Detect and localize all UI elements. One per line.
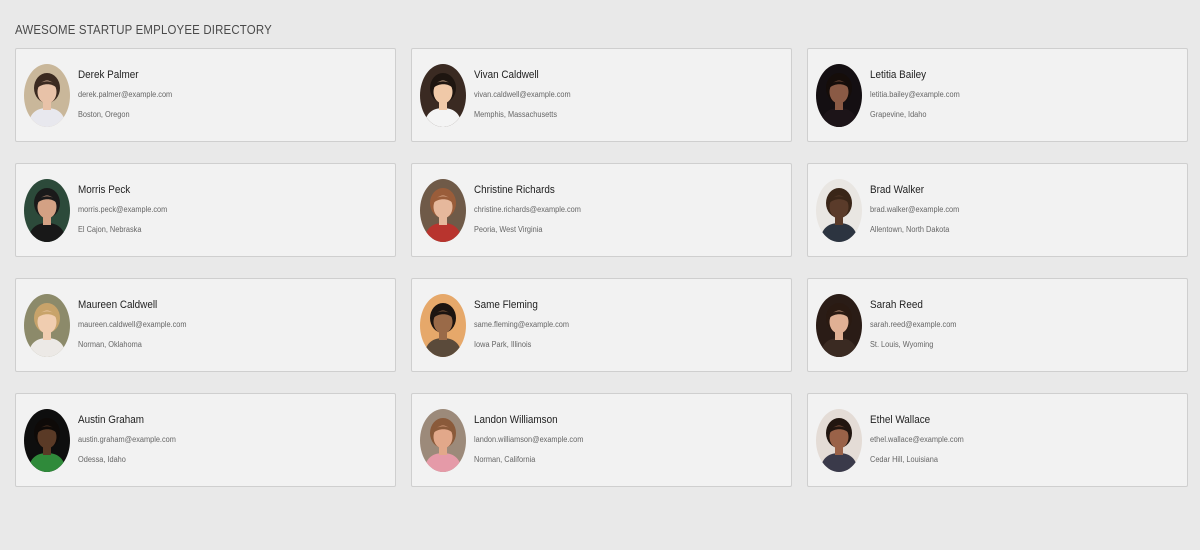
employee-email: austin.graham@example.com (78, 435, 176, 444)
avatar (24, 179, 70, 242)
employee-email: landon.williamson@example.com (474, 435, 584, 444)
avatar (24, 64, 70, 127)
employee-info: Ethel Wallace ethel.wallace@example.com … (870, 414, 972, 465)
employee-email: same.fleming@example.com (474, 320, 570, 329)
employee-card[interactable]: Landon Williamson landon.williamson@exam… (411, 393, 792, 487)
employee-info: Landon Williamson landon.williamson@exam… (474, 414, 593, 465)
employee-location: Grapevine, Idaho (870, 110, 927, 119)
employee-name: Landon Williamson (474, 414, 558, 426)
employee-card[interactable]: Vivan Caldwell vivan.caldwell@example.co… (411, 48, 792, 142)
employee-name: Christine Richards (474, 184, 555, 196)
employee-info: Letitia Bailey letitia.bailey@example.co… (870, 69, 968, 120)
avatar (420, 294, 466, 357)
employee-location: Cedar Hill, Louisiana (870, 455, 938, 464)
avatar (420, 409, 466, 472)
employee-info: Brad Walker brad.walker@example.com Alle… (870, 184, 967, 235)
avatar (420, 64, 466, 127)
avatar (24, 409, 70, 472)
employee-info: Morris Peck morris.peck@example.com El C… (78, 184, 175, 235)
employee-email: maureen.caldwell@example.com (78, 320, 187, 329)
employee-email: brad.walker@example.com (870, 205, 960, 214)
employee-email: vivan.caldwell@example.com (474, 90, 571, 99)
avatar (24, 294, 70, 357)
employee-card[interactable]: Same Fleming same.fleming@example.com Io… (411, 278, 792, 372)
employee-card[interactable]: Morris Peck morris.peck@example.com El C… (15, 163, 396, 257)
avatar (816, 409, 862, 472)
avatar (816, 179, 862, 242)
page-title: AWESOME STARTUP EMPLOYEE DIRECTORY (15, 22, 272, 37)
avatar (816, 64, 862, 127)
employee-info: Sarah Reed sarah.reed@example.com St. Lo… (870, 299, 964, 350)
employee-location: Norman, Oklahoma (78, 340, 142, 349)
employee-email: sarah.reed@example.com (870, 320, 957, 329)
employee-info: Austin Graham austin.graham@example.com … (78, 414, 184, 465)
employee-email: christine.richards@example.com (474, 205, 581, 214)
employee-name: Sarah Reed (870, 299, 923, 311)
employee-email: derek.palmer@example.com (78, 90, 173, 99)
employee-name: Austin Graham (78, 414, 145, 426)
employee-name: Ethel Wallace (870, 414, 931, 426)
employee-info: Christine Richards christine.richards@ex… (474, 184, 590, 235)
employee-info: Derek Palmer derek.palmer@example.com Bo… (78, 69, 180, 120)
employee-card[interactable]: Brad Walker brad.walker@example.com Alle… (807, 163, 1188, 257)
employee-name: Same Fleming (474, 299, 538, 311)
employee-directory-page: AWESOME STARTUP EMPLOYEE DIRECTORY Derek… (0, 0, 1200, 550)
employee-location: Odessa, Idaho (78, 455, 126, 464)
employee-location: El Cajon, Nebraska (78, 225, 142, 234)
avatar (420, 179, 466, 242)
employee-location: Memphis, Massachusetts (474, 110, 558, 119)
employee-location: Allentown, North Dakota (870, 225, 950, 234)
employee-info: Maureen Caldwell maureen.caldwell@exampl… (78, 299, 196, 350)
employee-name: Brad Walker (870, 184, 925, 196)
avatar (816, 294, 862, 357)
employee-card[interactable]: Derek Palmer derek.palmer@example.com Bo… (15, 48, 396, 142)
employee-email: ethel.wallace@example.com (870, 435, 964, 444)
employee-card[interactable]: Sarah Reed sarah.reed@example.com St. Lo… (807, 278, 1188, 372)
employee-card[interactable]: Austin Graham austin.graham@example.com … (15, 393, 396, 487)
employee-info: Same Fleming same.fleming@example.com Io… (474, 299, 577, 350)
employee-email: morris.peck@example.com (78, 205, 168, 214)
employee-email: letitia.bailey@example.com (870, 90, 960, 99)
employee-grid: Derek Palmer derek.palmer@example.com Bo… (15, 48, 1188, 487)
employee-card[interactable]: Maureen Caldwell maureen.caldwell@exampl… (15, 278, 396, 372)
employee-card[interactable]: Ethel Wallace ethel.wallace@example.com … (807, 393, 1188, 487)
employee-location: Boston, Oregon (78, 110, 130, 119)
employee-name: Maureen Caldwell (78, 299, 158, 311)
employee-card[interactable]: Christine Richards christine.richards@ex… (411, 163, 792, 257)
employee-name: Morris Peck (78, 184, 131, 196)
employee-location: Norman, California (474, 455, 536, 464)
employee-location: Peoria, West Virginia (474, 225, 543, 234)
employee-name: Letitia Bailey (870, 69, 927, 81)
employee-location: St. Louis, Wyoming (870, 340, 934, 349)
employee-info: Vivan Caldwell vivan.caldwell@example.co… (474, 69, 579, 120)
employee-name: Vivan Caldwell (474, 69, 539, 81)
employee-card[interactable]: Letitia Bailey letitia.bailey@example.co… (807, 48, 1188, 142)
employee-name: Derek Palmer (78, 69, 139, 81)
employee-location: Iowa Park, Illinois (474, 340, 532, 349)
